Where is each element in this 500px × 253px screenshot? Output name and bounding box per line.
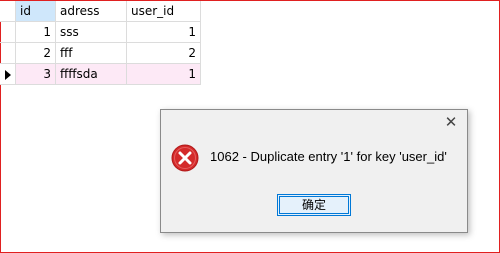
header-row: id adress user_id: [0, 1, 201, 22]
cell-adress[interactable]: sss: [56, 22, 127, 43]
table-row[interactable]: 1 sss 1: [0, 22, 201, 43]
error-message: 1062 - Duplicate entry '1' for key 'user…: [210, 149, 447, 164]
ok-button-focus-ring: [279, 196, 349, 214]
close-icon[interactable]: ✕: [443, 114, 459, 130]
cell-adress[interactable]: ffffsda: [56, 64, 127, 85]
error-dialog: ✕ 1062 - Duplicate entry '1' for key 'us…: [160, 109, 468, 233]
cell-user-id[interactable]: 2: [127, 43, 201, 64]
cell-id[interactable]: 2: [16, 43, 56, 64]
table-row[interactable]: 2 fff 2: [0, 43, 201, 64]
cell-user-id[interactable]: 1: [127, 22, 201, 43]
column-header-adress[interactable]: adress: [56, 1, 127, 22]
column-header-user-id[interactable]: user_id: [127, 1, 201, 22]
cell-adress[interactable]: fff: [56, 43, 127, 64]
current-row-arrow-icon: [5, 70, 11, 80]
cell-user-id[interactable]: 1: [127, 64, 201, 85]
error-icon: [171, 144, 199, 172]
cell-id[interactable]: 1: [16, 22, 56, 43]
ok-button[interactable]: 确定: [277, 194, 351, 216]
row-indicator[interactable]: [0, 64, 16, 85]
cell-id[interactable]: 3: [16, 64, 56, 85]
row-indicator-header: [0, 1, 16, 22]
row-indicator[interactable]: [0, 22, 16, 43]
column-header-id[interactable]: id: [16, 1, 56, 22]
table-row-current[interactable]: 3 ffffsda 1: [0, 64, 201, 85]
row-indicator[interactable]: [0, 43, 16, 64]
